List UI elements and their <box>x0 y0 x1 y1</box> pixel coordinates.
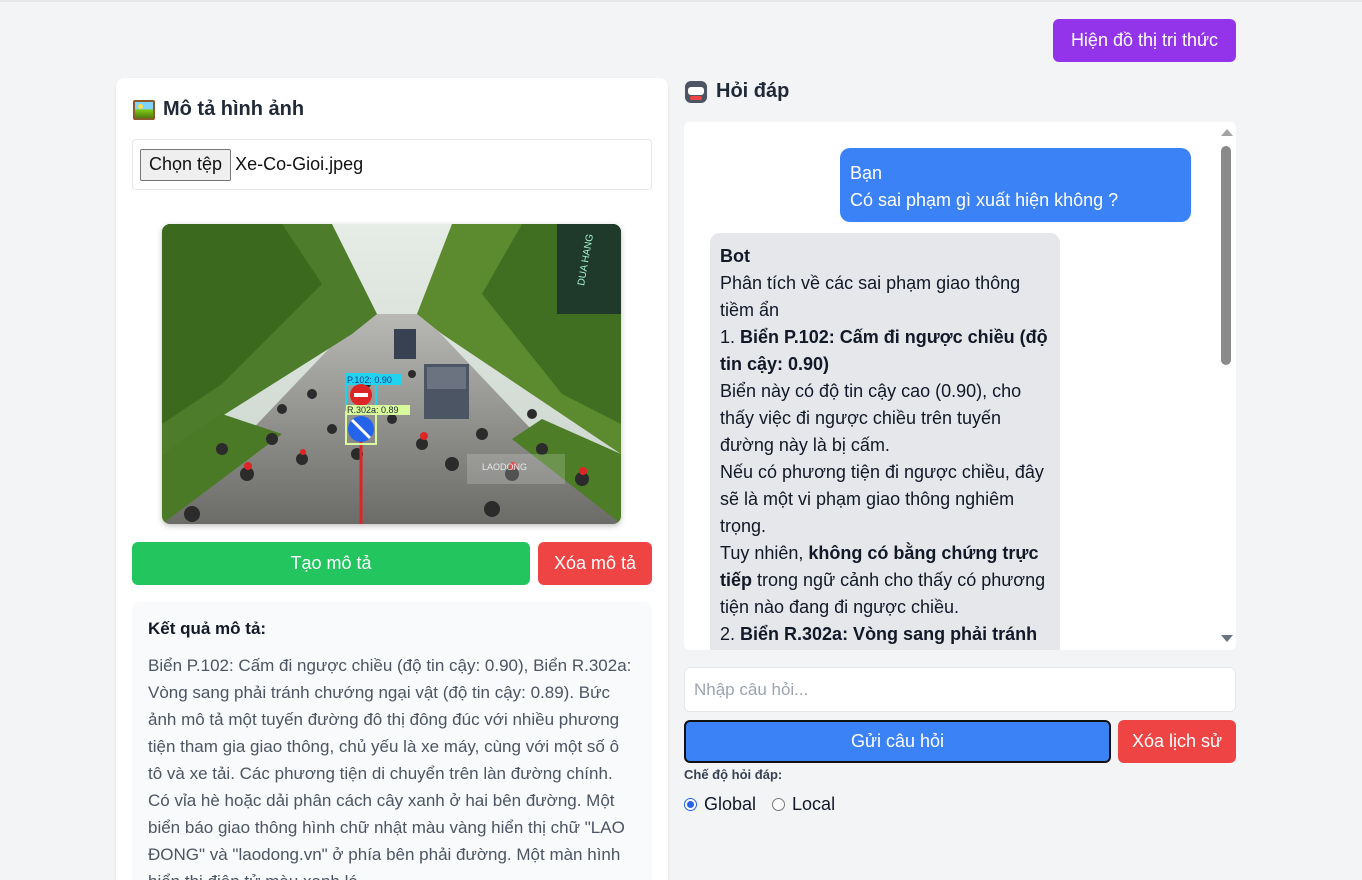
detection-label-1: P.102: 0.90 <box>347 375 392 385</box>
result-text: Biển P.102: Cấm đi ngược chiều (độ tin c… <box>148 656 632 880</box>
mode-option-local-label: Local <box>792 794 836 814</box>
bot-message: Bot Phân tích về các sai phạm giao thông… <box>710 233 1060 650</box>
scroll-thumb[interactable] <box>1221 146 1231 365</box>
bot-message-sender: Bot <box>720 246 750 266</box>
bot-item-1-p3-b: trong ngữ cảnh cho thấy có phương tiện n… <box>720 570 1046 617</box>
qa-mode-label: Chế độ hỏi đáp: <box>684 767 783 782</box>
bot-item-1-p1: Biển này có độ tin cậy cao (0.90), cho t… <box>720 381 1022 455</box>
user-message: Bạn Có sai phạm gì xuất hiện không ? <box>840 148 1191 222</box>
mode-option-global-label: Global <box>704 794 757 814</box>
bot-item-2-number: 2. <box>720 624 741 644</box>
result-title: Kết quả mô tả: <box>148 619 267 638</box>
image-description-panel: Mô tả hình ảnh Chọn tệp Xe-Co-Gioi.jpeg <box>116 78 668 880</box>
image-description-title: Mô tả hình ảnh <box>133 98 304 121</box>
show-knowledge-graph-button[interactable]: Hiện đồ thị tri thức <box>1053 19 1236 62</box>
chat-scrollbar[interactable] <box>1216 122 1236 650</box>
bot-intro: Phân tích về các sai phạm giao thông tiề… <box>720 273 1021 320</box>
uploaded-image-preview: DUA HANG LAODONG P.102: 0.90 R.302a: 0.8… <box>162 224 621 524</box>
bot-item-1-p2: Nếu có phương tiện đi ngược chiều, đây s… <box>720 462 1044 536</box>
mode-option-global[interactable]: Global <box>684 794 756 815</box>
bot-item-1-p3-a: Tuy nhiên, <box>720 543 809 563</box>
generate-description-button[interactable]: Tạo mô tả <box>132 542 530 585</box>
user-message-text: Có sai phạm gì xuất hiện không ? <box>850 190 1119 210</box>
description-result: Kết quả mô tả: Biển P.102: Cấm đi ngược … <box>132 602 652 880</box>
radio-global[interactable] <box>684 798 697 811</box>
detection-label-2: R.302a: 0.89 <box>347 405 399 415</box>
traffic-photo: DUA HANG LAODONG P.102: 0.90 R.302a: 0.8… <box>162 224 621 524</box>
clear-history-button[interactable]: Xóa lịch sử <box>1118 720 1236 763</box>
radio-local[interactable] <box>772 798 786 811</box>
picture-icon <box>133 99 155 120</box>
qa-title: Hỏi đáp <box>685 80 789 103</box>
bot-item-2-title: Biển R.302a: Vòng sang phải tránh <box>740 624 1038 644</box>
bot-item-2-heading: 2. Biển R.302a: Vòng sang phải tránh <box>720 621 1050 648</box>
mode-option-local[interactable]: Local <box>772 794 835 815</box>
image-description-title-text: Mô tả hình ảnh <box>163 98 305 120</box>
bot-item-1-title: Biển P.102: Cấm đi ngược chiều (độ tin c… <box>720 327 1048 374</box>
scroll-down-arrow-icon[interactable] <box>1221 635 1233 642</box>
robot-icon <box>685 80 707 103</box>
user-message-sender: Bạn <box>850 163 883 183</box>
bot-item-1-p3: Tuy nhiên, không có bằng chứng trực tiếp… <box>720 540 1050 621</box>
scroll-up-arrow-icon[interactable] <box>1221 129 1233 136</box>
question-input[interactable] <box>684 667 1236 712</box>
clear-description-button[interactable]: Xóa mô tả <box>538 542 652 585</box>
bot-item-1-heading: 1. Biển P.102: Cấm đi ngược chiều (độ ti… <box>720 324 1050 378</box>
selected-file-name: Xe-Co-Gioi.jpeg <box>235 154 364 174</box>
qa-title-text: Hỏi đáp <box>716 80 790 102</box>
file-input[interactable]: Chọn tệp Xe-Co-Gioi.jpeg <box>132 139 652 190</box>
watermark-text: LAODONG <box>482 462 527 472</box>
chat-history[interactable]: Bạn Có sai phạm gì xuất hiện không ? Bot… <box>684 122 1236 650</box>
send-question-button[interactable]: Gửi câu hỏi <box>684 720 1111 763</box>
choose-file-button[interactable]: Chọn tệp <box>140 148 232 181</box>
qa-mode-selector: Global Local <box>684 794 851 815</box>
bot-item-1-number: 1. <box>720 327 741 347</box>
